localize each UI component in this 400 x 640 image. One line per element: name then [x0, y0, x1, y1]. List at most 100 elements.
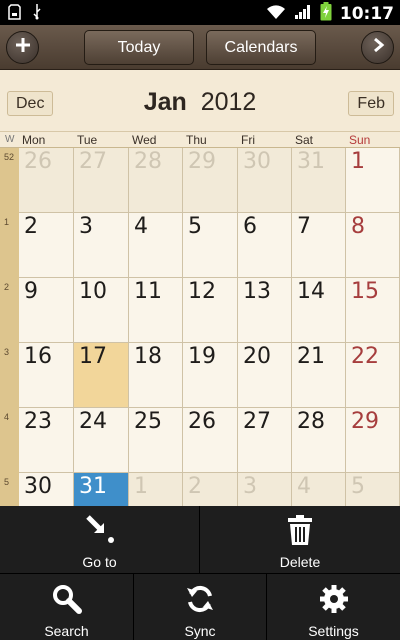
day-number: 31 [297, 149, 325, 174]
day-cell[interactable]: 27 [238, 408, 292, 473]
day-header-3: Thu [186, 133, 207, 147]
sync-icon [185, 584, 215, 617]
plus-icon [15, 37, 31, 58]
day-cell[interactable]: 29 [183, 148, 238, 213]
day-header-6: Sun [349, 133, 371, 147]
day-cell[interactable]: 23 [19, 408, 74, 473]
day-number: 26 [24, 149, 52, 174]
week-number: 52 [4, 152, 15, 162]
clock: 10:17 [339, 4, 394, 24]
day-cell[interactable]: 31 [74, 473, 129, 508]
day-header-4: Fri [241, 133, 255, 147]
day-cell[interactable]: 26 [183, 408, 238, 473]
toolbar: Today Calendars [0, 25, 400, 70]
delete-label: Delete [279, 554, 321, 570]
next-month-button[interactable]: Feb [348, 91, 394, 116]
settings-menu-item[interactable]: Settings [267, 574, 400, 640]
month-header: Dec Jan 2012 Feb [0, 70, 400, 132]
day-cell[interactable]: 1 [129, 473, 183, 508]
search-icon [52, 584, 82, 617]
day-cell[interactable]: 30 [238, 148, 292, 213]
day-cell[interactable]: 22 [346, 343, 400, 408]
day-cell[interactable]: 24 [74, 408, 129, 473]
day-cell[interactable]: 10 [74, 278, 129, 343]
month-title: Jan 2012 [0, 88, 400, 117]
day-cell[interactable]: 21 [292, 343, 346, 408]
sync-label: Sync [184, 623, 216, 639]
delete-menu-item[interactable]: Delete [200, 506, 400, 573]
day-cell[interactable]: 25 [129, 408, 183, 473]
search-menu-item[interactable]: Search [0, 574, 133, 640]
month-year: 2012 [200, 88, 257, 116]
day-cell[interactable]: 5 [346, 473, 400, 508]
day-header-row: W Mon Tue Wed Thu Fri Sat Sun [0, 132, 400, 148]
goto-icon [84, 513, 116, 548]
day-cell[interactable]: 7 [292, 213, 346, 278]
status-bar: 10:17 [0, 0, 400, 25]
day-cell[interactable]: 6 [238, 213, 292, 278]
day-cell[interactable]: 26 [19, 148, 74, 213]
day-cell[interactable]: 28 [129, 148, 183, 213]
day-cell[interactable]: 31 [292, 148, 346, 213]
day-number: 11 [134, 279, 162, 304]
add-event-button[interactable] [6, 31, 39, 64]
day-cell[interactable]: 29 [346, 408, 400, 473]
calendars-button[interactable]: Calendars [206, 30, 316, 65]
day-cell[interactable]: 2 [19, 213, 74, 278]
day-number: 30 [243, 149, 271, 174]
day-cell[interactable]: 5 [183, 213, 238, 278]
day-number: 20 [243, 344, 271, 369]
day-number: 28 [297, 409, 325, 434]
day-cell[interactable]: 15 [346, 278, 400, 343]
day-number: 24 [79, 409, 107, 434]
day-cell[interactable]: 28 [292, 408, 346, 473]
day-cell[interactable]: 16 [19, 343, 74, 408]
day-cell[interactable]: 13 [238, 278, 292, 343]
day-header-5: Sat [295, 133, 314, 147]
day-header-2: Wed [132, 133, 157, 147]
usb-icon [31, 3, 43, 25]
day-cell[interactable]: 3 [74, 213, 129, 278]
day-cell[interactable]: 14 [292, 278, 346, 343]
day-number: 27 [79, 149, 107, 174]
day-number: 2 [24, 214, 38, 239]
day-number: 23 [24, 409, 52, 434]
day-number: 2 [188, 474, 202, 499]
day-cell[interactable]: 8 [346, 213, 400, 278]
day-cell[interactable]: 3 [238, 473, 292, 508]
day-cell[interactable]: 4 [129, 213, 183, 278]
options-menu: Go to Delete Search Sync Settings [0, 506, 400, 640]
day-cell[interactable]: 17 [74, 343, 129, 408]
week-header: W [5, 134, 15, 145]
trash-icon [287, 515, 313, 548]
today-button[interactable]: Today [84, 30, 194, 65]
goto-menu-item[interactable]: Go to [0, 506, 199, 573]
day-cell[interactable]: 9 [19, 278, 74, 343]
week-number: 2 [4, 282, 10, 292]
day-number: 26 [188, 409, 216, 434]
next-button[interactable] [361, 31, 394, 64]
day-cell[interactable]: 18 [129, 343, 183, 408]
day-cell[interactable]: 1 [346, 148, 400, 213]
day-cell[interactable]: 11 [129, 278, 183, 343]
sync-menu-item[interactable]: Sync [134, 574, 266, 640]
day-cell[interactable]: 20 [238, 343, 292, 408]
day-number: 27 [243, 409, 271, 434]
search-label: Search [44, 623, 89, 639]
day-cell[interactable]: 30 [19, 473, 74, 508]
day-number: 31 [79, 474, 107, 499]
day-cell[interactable]: 27 [74, 148, 129, 213]
day-cell[interactable]: 2 [183, 473, 238, 508]
menu-divider [199, 506, 200, 573]
day-number: 25 [134, 409, 162, 434]
day-number: 1 [351, 149, 365, 174]
wifi-icon [266, 4, 286, 25]
day-number: 30 [24, 474, 52, 499]
day-cell[interactable]: 12 [183, 278, 238, 343]
day-number: 10 [79, 279, 107, 304]
day-number: 22 [351, 344, 379, 369]
goto-label: Go to [82, 554, 117, 570]
day-number: 21 [297, 344, 325, 369]
day-cell[interactable]: 19 [183, 343, 238, 408]
day-cell[interactable]: 4 [292, 473, 346, 508]
